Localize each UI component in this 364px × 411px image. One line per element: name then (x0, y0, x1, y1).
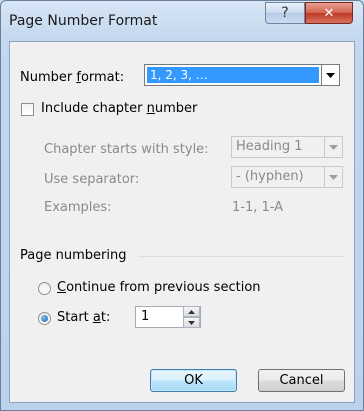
start-at-value: 1 (141, 309, 150, 324)
include-chapter-mnemonic: n (146, 101, 155, 116)
start-at-label-part: Start (57, 310, 93, 325)
close-button[interactable]: ✕ (305, 2, 353, 24)
include-chapter-label-part: Include chapter (41, 101, 147, 116)
cancel-button[interactable]: Cancel (258, 369, 345, 392)
chevron-down-icon[interactable] (321, 65, 339, 85)
chapter-style-label: Chapter starts with style: (44, 142, 209, 157)
continue-radio[interactable] (38, 282, 51, 295)
page-number-format-dialog: Page Number Format ? ✕ Number format: 1,… (0, 0, 364, 411)
chevron-up-icon (188, 309, 195, 314)
include-chapter-label[interactable]: Include chapter number (41, 101, 197, 116)
number-format-value: 1, 2, 3, … (147, 67, 319, 83)
chevron-down-icon[interactable] (324, 167, 342, 187)
ok-button[interactable]: OK (150, 369, 237, 392)
chevron-down-icon[interactable] (324, 137, 342, 157)
spin-down-button[interactable] (183, 317, 200, 328)
spin-up-button[interactable] (183, 306, 200, 317)
chevron-down-icon (188, 320, 195, 325)
separator-value: - (hyphen) (236, 169, 304, 184)
page-numbering-group-label: Page numbering (20, 248, 127, 263)
group-divider (138, 256, 344, 257)
continue-mnemonic: C (57, 280, 67, 295)
include-chapter-label-part: umber (154, 101, 198, 116)
start-at-spinner[interactable] (183, 306, 200, 328)
help-icon: ? (281, 5, 289, 21)
number-format-dropdown[interactable]: 1, 2, 3, … (144, 64, 340, 86)
dialog-title: Page Number Format (9, 13, 158, 29)
start-at-mnemonic: a (92, 310, 101, 325)
help-button[interactable]: ? (265, 2, 305, 24)
separator-dropdown[interactable]: - (hyphen) (231, 166, 343, 188)
title-bar[interactable]: Page Number Format ? ✕ (1, 1, 363, 41)
include-chapter-checkbox[interactable] (21, 103, 34, 116)
examples-value: 1-1, 1-A (232, 200, 284, 215)
close-icon: ✕ (323, 5, 335, 21)
examples-label: Examples: (44, 200, 112, 215)
continue-label-part: ontinue from previous section (66, 280, 261, 295)
radio-selected-dot (41, 315, 48, 322)
start-at-label[interactable]: Start at: (57, 310, 110, 325)
cancel-button-label: Cancel (279, 373, 324, 388)
number-format-label-part: ormat: (80, 70, 125, 85)
number-format-label-part: Number (20, 70, 77, 85)
chapter-style-dropdown[interactable]: Heading 1 (231, 136, 343, 158)
separator-label: Use separator: (44, 172, 140, 187)
chapter-style-value: Heading 1 (236, 139, 303, 154)
continue-label[interactable]: Continue from previous section (57, 280, 261, 295)
ok-button-label: OK (184, 373, 203, 388)
start-at-label-part: t: (100, 310, 111, 325)
dialog-body: Number format: 1, 2, 3, … Include chapte… (9, 41, 355, 403)
start-at-radio[interactable] (38, 312, 51, 325)
number-format-label: Number format: (20, 70, 124, 85)
